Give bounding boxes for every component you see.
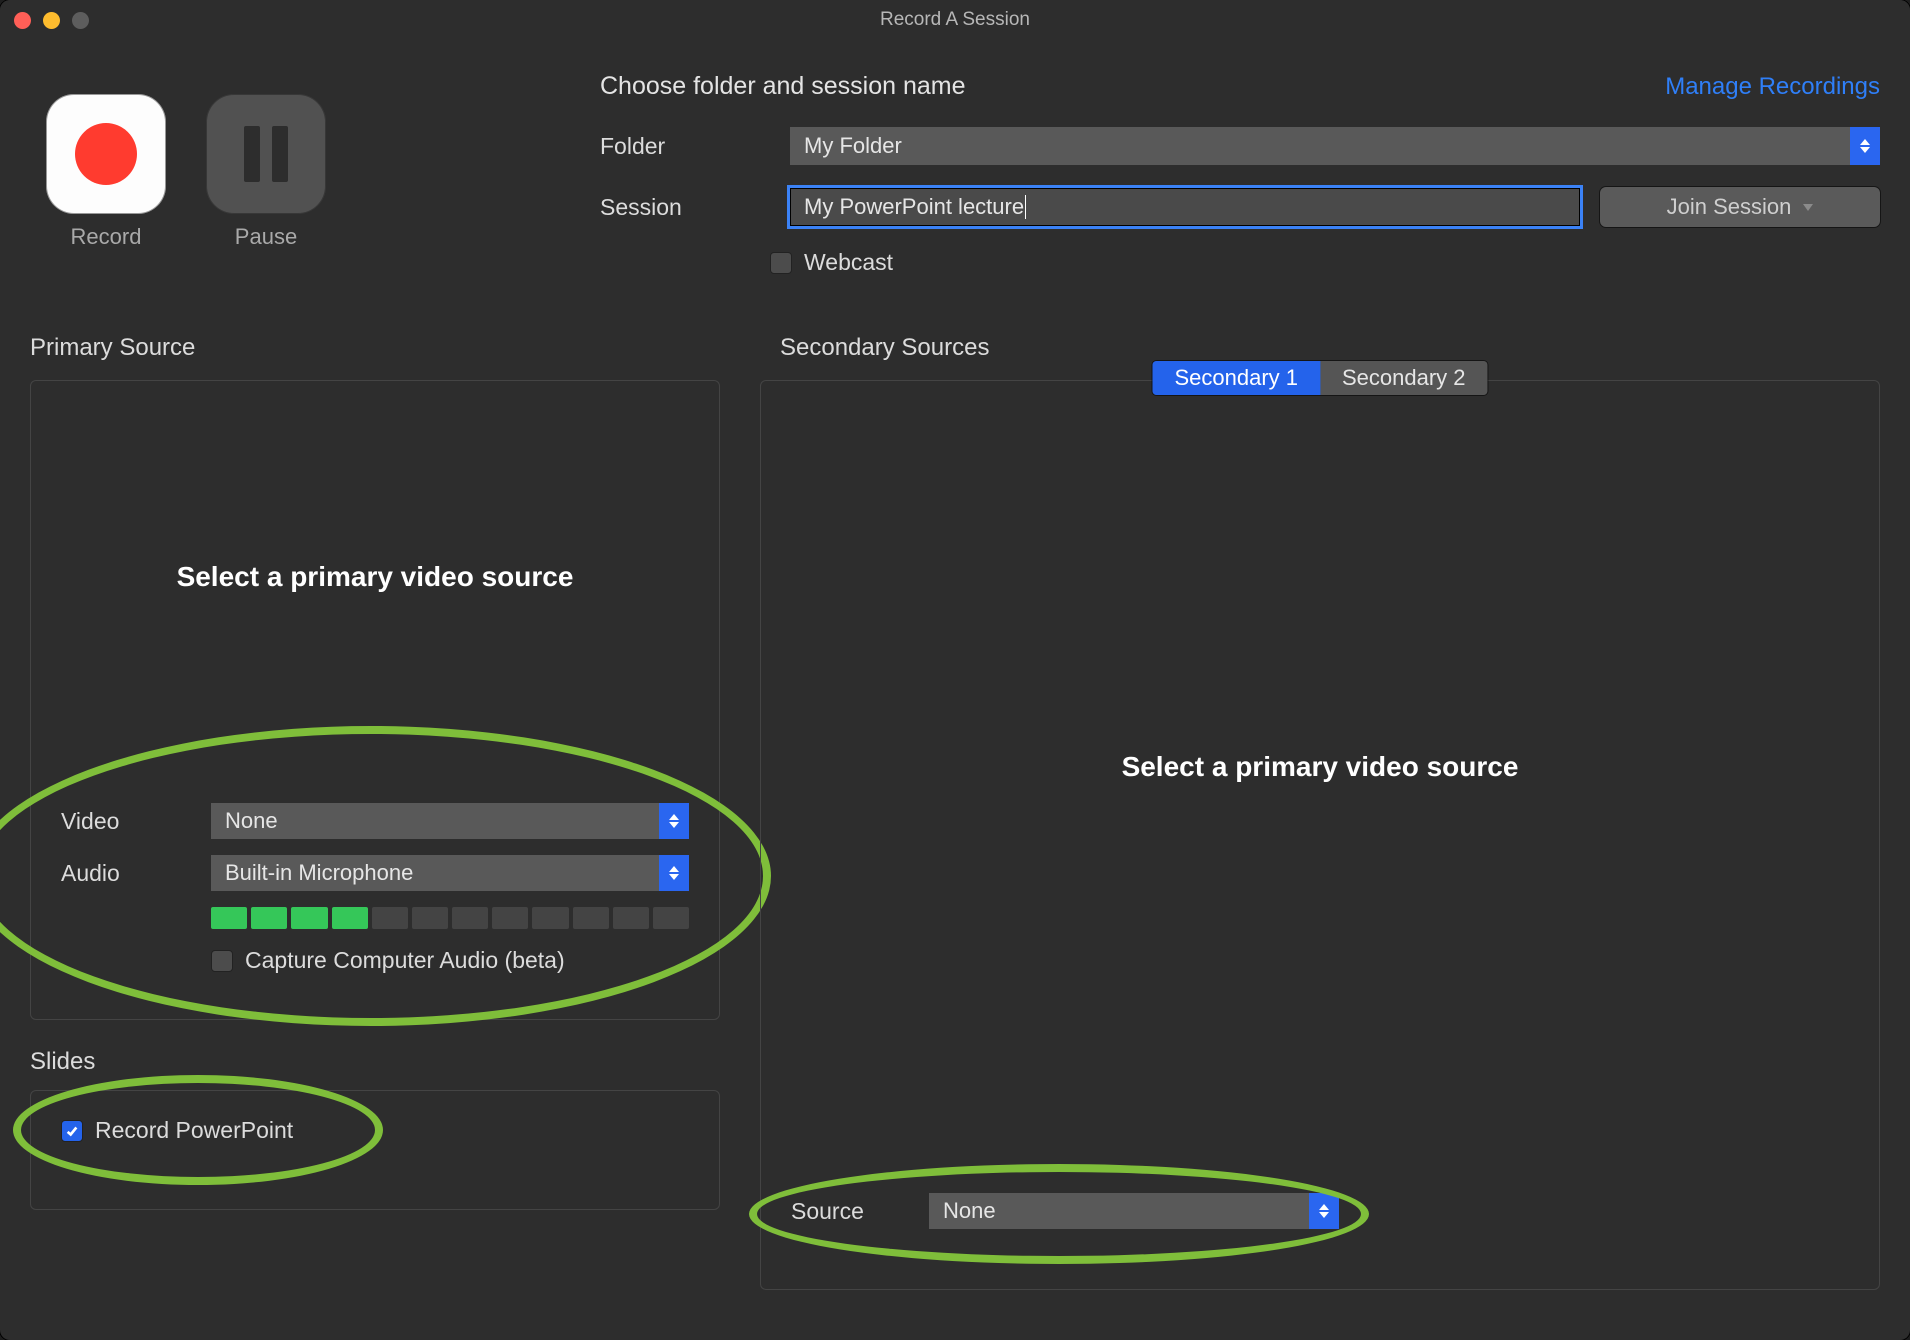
recording-controls: Record Pause (30, 62, 570, 276)
level-segment (653, 907, 689, 929)
window: Record A Session Record Pause (0, 0, 1910, 1340)
audio-value: Built-in Microphone (225, 860, 413, 886)
pause-icon (244, 126, 288, 182)
form-heading: Choose folder and session name (600, 72, 966, 101)
join-session-label: Join Session (1667, 194, 1792, 220)
secondary-tabs: Secondary 1 Secondary 2 (1152, 361, 1487, 395)
secondary-source-select[interactable]: None (929, 1193, 1339, 1229)
audio-level-meter (211, 907, 689, 929)
maximize-icon (72, 12, 89, 29)
level-segment (372, 907, 408, 929)
titlebar: Record A Session (0, 0, 1910, 40)
primary-prompt: Select a primary video source (61, 561, 689, 593)
folder-value: My Folder (804, 133, 902, 159)
folder-row: Folder My Folder (600, 127, 1880, 165)
level-segment (532, 907, 568, 929)
level-segment (613, 907, 649, 929)
pause-button[interactable] (206, 94, 326, 214)
manage-recordings-link[interactable]: Manage Recordings (1665, 73, 1880, 101)
pause-label: Pause (235, 224, 297, 250)
chevron-updown-icon (659, 803, 689, 839)
chevron-updown-icon (1850, 127, 1880, 165)
close-icon[interactable] (14, 12, 31, 29)
pause-control: Pause (206, 94, 326, 250)
slides-section: Slides Record PowerPoint (30, 1048, 720, 1210)
content-area: Record Pause Choose folder and session n… (0, 40, 1910, 1320)
left-column: Select a primary video source Video None… (30, 380, 720, 1290)
record-label: Record (71, 224, 142, 250)
level-segment (251, 907, 287, 929)
secondary-prompt: Select a primary video source (761, 751, 1879, 783)
folder-select[interactable]: My Folder (790, 127, 1880, 165)
record-powerpoint-checkbox[interactable] (61, 1120, 83, 1142)
session-label: Session (600, 194, 770, 221)
level-segment (492, 907, 528, 929)
webcast-checkbox[interactable] (770, 252, 792, 274)
secondary-panel: Secondary 1 Secondary 2 Select a primary… (760, 380, 1880, 1290)
secondary-source-row: Source None (791, 1193, 1339, 1229)
session-input[interactable]: My PowerPoint lecture (790, 188, 1580, 226)
audio-label: Audio (61, 860, 191, 887)
capture-audio-label: Capture Computer Audio (beta) (245, 947, 565, 974)
video-value: None (225, 808, 278, 834)
level-segment (211, 907, 247, 929)
record-button[interactable] (46, 94, 166, 214)
record-powerpoint-row: Record PowerPoint (61, 1117, 689, 1144)
tab-secondary-2[interactable]: Secondary 2 (1320, 361, 1488, 395)
folder-label: Folder (600, 133, 770, 160)
record-control: Record (46, 94, 166, 250)
primary-controls: Video None Audio Built-in Microphone (61, 803, 689, 974)
capture-audio-checkbox[interactable] (211, 950, 233, 972)
panels: Select a primary video source Video None… (30, 380, 1880, 1290)
top-grid: Record Pause Choose folder and session n… (30, 62, 1880, 276)
webcast-row: Webcast (770, 249, 1880, 276)
level-segment (452, 907, 488, 929)
level-segment (412, 907, 448, 929)
session-value: My PowerPoint lecture (804, 194, 1024, 220)
form-header: Choose folder and session name Manage Re… (600, 72, 1880, 101)
level-segment (332, 907, 368, 929)
record-powerpoint-label: Record PowerPoint (95, 1117, 293, 1144)
chevron-updown-icon (659, 855, 689, 891)
window-title: Record A Session (0, 9, 1910, 31)
level-segment (291, 907, 327, 929)
secondary-source-label: Source (791, 1198, 911, 1225)
traffic-lights (14, 12, 89, 29)
capture-audio-row: Capture Computer Audio (beta) (211, 947, 689, 974)
session-row: Session My PowerPoint lecture Join Sessi… (600, 187, 1880, 227)
audio-row: Audio Built-in Microphone (61, 855, 689, 891)
minimize-icon[interactable] (43, 12, 60, 29)
audio-select[interactable]: Built-in Microphone (211, 855, 689, 891)
section-headers: Primary Source Secondary Sources (30, 334, 1880, 372)
chevron-down-icon (1803, 204, 1813, 211)
secondary-source-value: None (943, 1198, 996, 1224)
slides-title: Slides (30, 1048, 720, 1076)
form-area: Choose folder and session name Manage Re… (600, 62, 1880, 276)
level-segment (573, 907, 609, 929)
video-select[interactable]: None (211, 803, 689, 839)
slides-panel: Record PowerPoint (30, 1090, 720, 1210)
primary-panel: Select a primary video source Video None… (30, 380, 720, 1020)
video-label: Video (61, 808, 191, 835)
join-session-button[interactable]: Join Session (1600, 187, 1880, 227)
webcast-label: Webcast (804, 249, 893, 276)
chevron-updown-icon (1309, 1193, 1339, 1229)
primary-source-title: Primary Source (30, 334, 740, 362)
record-icon (75, 123, 137, 185)
secondary-sources-title: Secondary Sources (780, 334, 1880, 362)
video-row: Video None (61, 803, 689, 839)
tab-secondary-1[interactable]: Secondary 1 (1152, 361, 1320, 395)
